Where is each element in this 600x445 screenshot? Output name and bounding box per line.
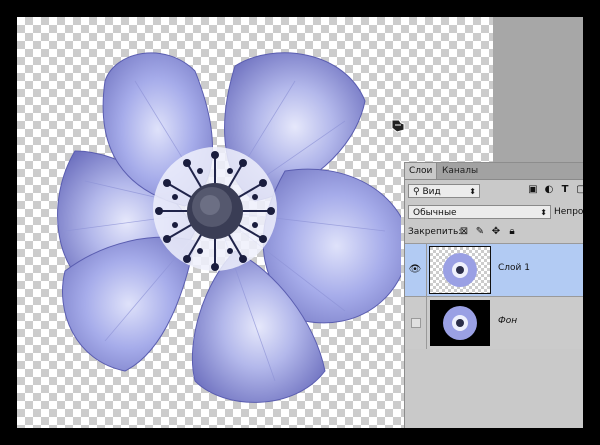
filter-value: Вид [422, 187, 441, 197]
blend-mode-value: Обычные [413, 208, 457, 218]
type-filter-icon[interactable]: T [559, 184, 571, 196]
lock-brush-icon[interactable]: ✎ [474, 226, 486, 238]
eye-icon[interactable]: 👁︎ [408, 263, 422, 277]
opacity-label: Непрозр [554, 207, 583, 217]
blend-mode-dropdown[interactable]: Обычные ⬍ [408, 205, 551, 219]
lock-all-icon[interactable]: 🔒︎ [506, 226, 518, 238]
layer-row-layer1[interactable]: 👁︎ Слой 1 [405, 243, 583, 296]
dropdown-arrow-icon: ⬍ [469, 187, 476, 196]
hidden-eye-box-icon [411, 318, 421, 328]
adjustment-filter-icon[interactable]: ◐ [543, 184, 555, 196]
divider [426, 297, 427, 349]
visibility-toggle[interactable] [408, 316, 422, 330]
panel-tab-bar: Слои Каналы [405, 163, 583, 180]
divider [426, 244, 427, 296]
lock-transparent-icon[interactable]: ⊠ [458, 226, 470, 238]
dropdown-arrow-icon: ⬍ [540, 208, 547, 217]
lock-move-icon[interactable]: ✥ [490, 226, 502, 238]
layers-panel: Слои Каналы ⚲ Вид ⬍ ▣ ◐ T ▢ Обычные ⬍ Не… [404, 162, 583, 428]
layer-filter-dropdown[interactable]: ⚲ Вид ⬍ [408, 184, 480, 198]
image-filter-icon[interactable]: ▣ [527, 184, 539, 196]
lock-label: Закрепить: [408, 227, 462, 237]
layer-name[interactable]: Слой 1 [498, 263, 530, 273]
tab-layers[interactable]: Слои [405, 163, 438, 179]
layer-row-background[interactable]: Фон [405, 296, 583, 349]
shape-filter-icon[interactable]: ▢ [575, 184, 583, 196]
lock-row: Закрепить: ⊠ ✎ ✥ 🔒︎ [408, 226, 583, 240]
photoshop-window: Слои Каналы ⚲ Вид ⬍ ▣ ◐ T ▢ Обычные ⬍ Не… [17, 17, 583, 428]
layer-name[interactable]: Фон [498, 316, 517, 326]
layer-thumbnail[interactable] [429, 246, 491, 294]
tab-channels[interactable]: Каналы [438, 163, 482, 179]
screenshot-root: { "layers_panel": { "tabs": [ {"label": … [0, 0, 600, 445]
move-cursor-icon [391, 119, 405, 133]
layer-thumbnail[interactable] [430, 300, 490, 346]
flower-image [57, 52, 401, 403]
